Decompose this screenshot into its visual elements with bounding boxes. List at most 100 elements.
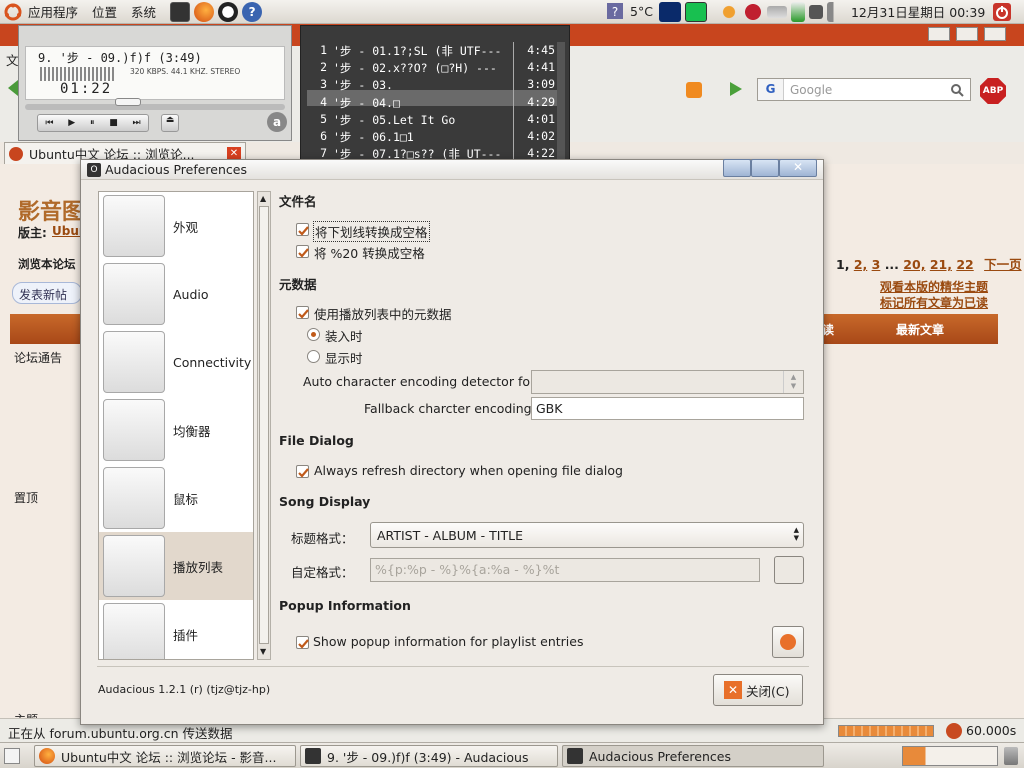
popup-label[interactable]: Show popup information for playlist entr… [313, 634, 583, 649]
cpu-monitor-icon[interactable] [658, 1, 681, 22]
category-item[interactable]: 外观 [99, 192, 253, 260]
search-icon[interactable] [950, 83, 964, 97]
close-button[interactable]: ✕ 关闭(C) [713, 674, 803, 706]
brightness-icon[interactable] [718, 1, 739, 22]
clock[interactable]: 12月31日星期日 00:39 [851, 2, 985, 21]
rss-icon[interactable] [686, 82, 702, 98]
page-20[interactable]: 20, [903, 257, 925, 272]
playlist-row[interactable]: 1 '步 - 01.1?;SL (非 UTF--- 4:45 [309, 43, 555, 60]
search-input[interactable]: Google [790, 83, 950, 97]
auto-detect-label: Auto character encoding detector for: [303, 374, 540, 389]
next-button[interactable]: ⏭ [133, 118, 141, 128]
percent20-checkbox[interactable] [296, 245, 309, 258]
stop-button[interactable]: ■ [109, 118, 118, 128]
window-maximize-button[interactable] [956, 27, 978, 41]
dialog-minimize-button[interactable] [723, 159, 751, 177]
taskbar-item-audacious[interactable]: 9. '步 - 09.)f)f (3:49) - Audacious [300, 745, 558, 767]
scroll-thumb[interactable] [259, 206, 269, 644]
system-menu[interactable]: 系统 [131, 2, 156, 21]
seek-handle[interactable] [115, 98, 141, 106]
power-icon[interactable] [993, 2, 1012, 21]
custom-format-input[interactable]: %{p:%p - %}%{a:%a - %}%t [370, 558, 760, 582]
window-close-button[interactable] [984, 27, 1006, 41]
adblock-button[interactable]: ABP [980, 78, 1006, 104]
mark-read-link[interactable]: 标记所有文章为已读 [880, 294, 988, 311]
playlist-row[interactable]: 5 '步 - 05.Let It Go 4:01 [309, 112, 555, 129]
taskbar-item-firefox[interactable]: Ubuntu中文 论坛 :: 浏览论坛 - 影音... [34, 745, 296, 767]
network-icon[interactable] [808, 4, 823, 19]
weather-unknown-icon[interactable]: ? [606, 2, 626, 22]
previous-button[interactable]: ⏮ [45, 118, 53, 128]
on-display-radio[interactable] [307, 350, 320, 363]
category-item[interactable]: 播放列表 [99, 532, 253, 600]
battery-icon[interactable] [790, 1, 805, 22]
on-load-radio[interactable] [307, 328, 320, 341]
percent20-label[interactable]: 将 %20 转换成空格 [314, 243, 425, 262]
memory-monitor-icon[interactable] [684, 1, 707, 22]
use-metadata-label[interactable]: 使用播放列表中的元数据 [314, 304, 452, 323]
on-display-label[interactable]: 显示时 [325, 348, 363, 367]
ruby-icon[interactable] [742, 1, 763, 22]
audacious-logo-icon[interactable]: a [267, 112, 287, 132]
firebug-icon[interactable] [946, 723, 962, 739]
on-load-label[interactable]: 装入时 [325, 326, 363, 345]
seek-slider[interactable] [25, 104, 285, 110]
play-button[interactable]: ▶ [68, 118, 75, 128]
playlist-row[interactable]: 4 '步 - 04.□ 4:29 [309, 95, 555, 112]
taskbar-item-preferences[interactable]: Audacious Preferences [562, 745, 824, 767]
playlist-row[interactable]: 6 '步 - 06.1□1 4:02 [309, 129, 555, 146]
use-metadata-checkbox[interactable] [296, 306, 309, 319]
category-item[interactable]: 插件 [99, 600, 253, 659]
popup-settings-button[interactable] [772, 626, 804, 658]
file-menu[interactable]: 文 [6, 50, 19, 69]
printer-icon[interactable] [766, 5, 787, 18]
trash-icon[interactable] [1004, 747, 1018, 765]
workspace-switcher[interactable] [902, 746, 998, 766]
category-scrollbar[interactable]: ▲ ▼ [257, 191, 271, 660]
moderator-label: 版主: [18, 226, 47, 240]
google-icon[interactable]: G [758, 79, 784, 100]
applications-menu[interactable]: 应用程序 [28, 2, 78, 21]
fallback-encodings-input[interactable]: GBK [531, 397, 804, 420]
category-item[interactable]: 均衡器 [99, 396, 253, 464]
title-format-combo[interactable]: ARTIST - ALBUM - TITLE ▲ ▼ [370, 522, 804, 548]
page-1[interactable]: 1, [836, 257, 849, 272]
scroll-down-arrow-icon[interactable]: ▼ [260, 647, 266, 656]
qq-icon[interactable] [218, 1, 239, 22]
next-page-link[interactable]: 下一页 [984, 257, 1022, 272]
scroll-up-arrow-icon[interactable]: ▲ [260, 194, 266, 203]
playlist-row[interactable]: 2 '步 - 02.x??O? (□?H) --- 4:41 [309, 60, 555, 77]
category-item[interactable]: Audio [99, 260, 253, 328]
category-item[interactable]: 鼠标 [99, 464, 253, 532]
underscore-checkbox[interactable] [296, 223, 309, 236]
page-22[interactable]: 22 [956, 257, 973, 272]
places-menu[interactable]: 位置 [92, 2, 117, 21]
page-2[interactable]: 2, [854, 257, 867, 272]
go-button[interactable] [728, 80, 744, 98]
post-new-topic-button[interactable]: 发表新帖 [12, 282, 82, 304]
eject-button[interactable]: ⏏ [161, 114, 179, 132]
dialog-close-button[interactable]: ✕ [779, 159, 817, 177]
dialog-maximize-button[interactable] [751, 159, 779, 177]
category-item[interactable]: Connectivity [99, 328, 253, 396]
pause-button[interactable]: ⏸ [90, 118, 95, 128]
refresh-directory-checkbox[interactable] [296, 465, 309, 478]
window-minimize-button[interactable] [928, 27, 950, 41]
playlist-row[interactable]: 3 '步 - 03. 3:09 [309, 77, 555, 94]
preferences-titlebar[interactable]: O Audacious Preferences ✕ [81, 159, 823, 180]
custom-format-help-button[interactable] [774, 556, 804, 584]
popup-checkbox[interactable] [296, 636, 309, 649]
page-3[interactable]: 3 [872, 257, 881, 272]
underscore-label[interactable]: 将下划线转换成空格 [313, 221, 430, 242]
show-desktop-icon[interactable] [4, 748, 20, 764]
refresh-directory-label[interactable]: Always refresh directory when opening fi… [314, 463, 623, 478]
help-icon[interactable]: ? [242, 1, 263, 22]
page-21[interactable]: 21, [930, 257, 952, 272]
search-box[interactable]: G Google [757, 78, 971, 101]
auto-detect-select[interactable]: ▲ ▼ [531, 370, 804, 394]
terminal-icon[interactable] [170, 1, 191, 22]
ubuntu-logo-icon[interactable] [4, 3, 22, 21]
volume-icon[interactable] [826, 1, 843, 22]
firefox-icon[interactable] [194, 1, 215, 22]
featured-topics-link[interactable]: 观看本版的精华主题 [880, 278, 988, 295]
